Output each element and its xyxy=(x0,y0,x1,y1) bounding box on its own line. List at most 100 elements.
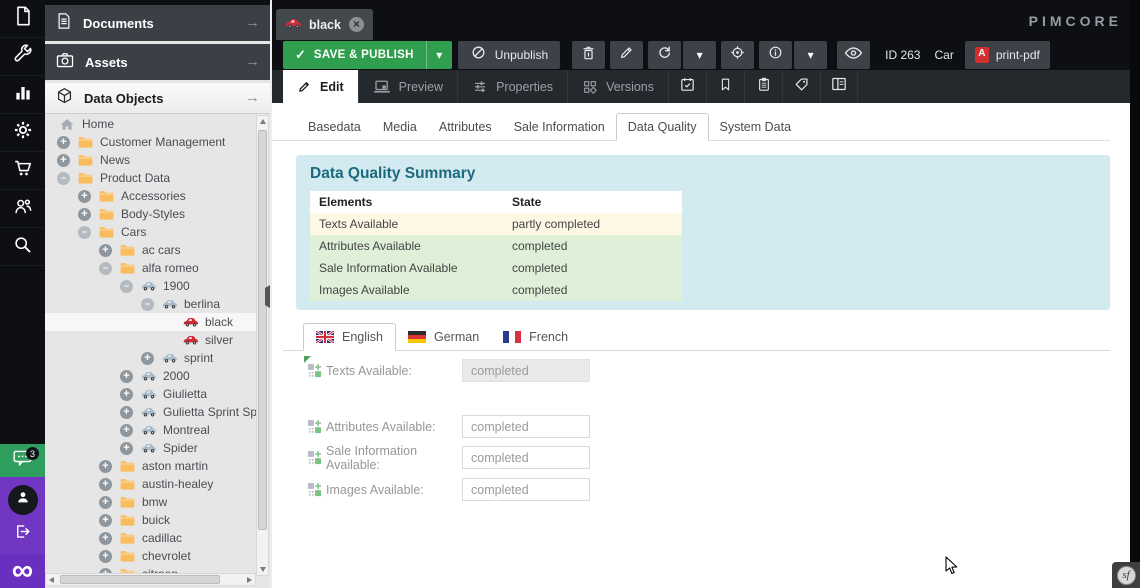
tree-item[interactable]: silver xyxy=(45,331,256,349)
tree-item[interactable]: Home xyxy=(45,115,256,133)
expander-plus-icon[interactable] xyxy=(141,352,154,365)
unpublish-button[interactable]: Unpublish xyxy=(458,41,560,69)
subtab-system-data[interactable]: System Data xyxy=(709,114,803,140)
tree-item[interactable]: buick xyxy=(45,511,256,529)
tree-item[interactable]: Spider xyxy=(45,439,256,457)
symfony-debug-toolbar-button[interactable]: sf xyxy=(1112,562,1140,588)
tree-vertical-scrollbar[interactable] xyxy=(256,115,269,576)
tree-item[interactable]: sprint xyxy=(45,349,256,367)
accordion-data-objects[interactable]: Data Objects xyxy=(45,83,270,114)
expander-plus-icon[interactable] xyxy=(99,244,112,257)
tree-item[interactable]: ac cars xyxy=(45,241,256,259)
settings-rail-button[interactable] xyxy=(0,114,45,152)
tree-item[interactable]: Giulietta xyxy=(45,385,256,403)
expander-plus-icon[interactable] xyxy=(120,388,133,401)
tree-item[interactable]: Gulietta Sprint Specia xyxy=(45,403,256,421)
tree-item[interactable]: Customer Management xyxy=(45,133,256,151)
tree-item[interactable]: black xyxy=(45,313,256,331)
tools-rail-button[interactable] xyxy=(0,38,45,76)
expander-minus-icon[interactable] xyxy=(78,226,91,239)
tab-black[interactable]: black xyxy=(276,9,373,40)
expander-plus-icon[interactable] xyxy=(99,478,112,491)
field-value[interactable]: completed xyxy=(462,446,590,469)
subtab-data-quality[interactable]: Data Quality xyxy=(616,113,709,141)
save-publish-button[interactable]: SAVE & PUBLISH xyxy=(283,41,452,69)
tree-item[interactable]: Accessories xyxy=(45,187,256,205)
tree-item[interactable]: chevrolet xyxy=(45,547,256,565)
tab-edit[interactable]: Edit xyxy=(283,70,358,103)
field-value[interactable]: completed xyxy=(462,478,590,501)
expander-minus-icon[interactable] xyxy=(99,262,112,275)
subtab-basedata[interactable]: Basedata xyxy=(297,114,372,140)
tab-properties[interactable]: Properties xyxy=(457,70,567,103)
avatar[interactable] xyxy=(8,485,38,515)
panel-splitter[interactable] xyxy=(270,0,272,588)
tab-application-logger[interactable] xyxy=(744,70,782,103)
field-value[interactable]: completed xyxy=(462,415,590,438)
users-rail-button[interactable] xyxy=(0,190,45,228)
subtab-sale-information[interactable]: Sale Information xyxy=(503,114,616,140)
delete-button[interactable] xyxy=(572,41,605,69)
expander-plus-icon[interactable] xyxy=(78,208,91,221)
tab-preview[interactable]: Preview xyxy=(358,70,457,103)
ecommerce-rail-button[interactable] xyxy=(0,152,45,190)
notifications-button[interactable]: 3 xyxy=(0,444,45,477)
tree-item[interactable]: Montreal xyxy=(45,421,256,439)
expander-plus-icon[interactable] xyxy=(120,406,133,419)
language-tab-german[interactable]: German xyxy=(396,324,491,350)
language-tab-french[interactable]: French xyxy=(491,324,580,350)
info-button[interactable] xyxy=(759,41,792,69)
language-tab-english[interactable]: English xyxy=(303,323,396,351)
close-tab-icon[interactable] xyxy=(349,17,364,32)
scroll-up-button[interactable] xyxy=(257,116,268,127)
scroll-right-button[interactable] xyxy=(244,574,255,585)
scroll-down-button[interactable] xyxy=(257,564,268,575)
reports-rail-button[interactable] xyxy=(0,76,45,114)
tree-item[interactable]: austin-healey xyxy=(45,475,256,493)
vertical-scroll-thumb[interactable] xyxy=(258,130,267,530)
expander-plus-icon[interactable] xyxy=(99,460,112,473)
tree-item[interactable]: bmw xyxy=(45,493,256,511)
expander-plus-icon[interactable] xyxy=(99,532,112,545)
scroll-left-button[interactable] xyxy=(46,574,57,585)
expander-plus-icon[interactable] xyxy=(99,550,112,563)
collapse-panel-button[interactable] xyxy=(265,288,270,306)
save-options-dropdown[interactable] xyxy=(426,41,452,69)
tree-item[interactable]: Cars xyxy=(45,223,256,241)
expander-minus-icon[interactable] xyxy=(120,280,133,293)
locate-in-tree-button[interactable] xyxy=(721,41,754,69)
tree-item[interactable]: Product Data xyxy=(45,169,256,187)
tab-scheduled-tasks[interactable] xyxy=(668,70,706,103)
reload-button[interactable] xyxy=(648,41,681,69)
tree-horizontal-scrollbar[interactable] xyxy=(45,573,256,586)
tree-item[interactable]: berlina xyxy=(45,295,256,313)
expander-plus-icon[interactable] xyxy=(120,424,133,437)
tab-versions[interactable]: Versions xyxy=(567,70,668,103)
subtab-attributes[interactable]: Attributes xyxy=(428,114,503,140)
expander-minus-icon[interactable] xyxy=(57,172,70,185)
logout-button[interactable] xyxy=(13,522,32,546)
field-value[interactable]: completed xyxy=(462,359,590,382)
expander-plus-icon[interactable] xyxy=(57,136,70,149)
expander-plus-icon[interactable] xyxy=(120,370,133,383)
tree-item[interactable]: 2000 xyxy=(45,367,256,385)
tree-item[interactable]: Body-Styles xyxy=(45,205,256,223)
documents-rail-button[interactable] xyxy=(0,0,45,38)
horizontal-scroll-thumb[interactable] xyxy=(60,575,220,584)
accordion-documents[interactable]: Documents xyxy=(45,5,270,41)
print-pdf-button[interactable]: print-pdf xyxy=(965,41,1050,69)
reload-options-dropdown[interactable] xyxy=(683,41,716,69)
open-preview-button[interactable] xyxy=(837,41,870,69)
expander-plus-icon[interactable] xyxy=(78,190,91,203)
tree-item[interactable]: alfa romeo xyxy=(45,259,256,277)
pimcore-logo-button[interactable] xyxy=(0,554,45,588)
tab-tags[interactable] xyxy=(782,70,820,103)
tab-workflow[interactable] xyxy=(820,70,858,103)
expander-plus-icon[interactable] xyxy=(120,442,133,455)
expander-minus-icon[interactable] xyxy=(141,298,154,311)
tree-item[interactable]: 1900 xyxy=(45,277,256,295)
expander-plus-icon[interactable] xyxy=(99,514,112,527)
tree-item[interactable]: aston martin xyxy=(45,457,256,475)
info-options-dropdown[interactable] xyxy=(794,41,827,69)
expander-plus-icon[interactable] xyxy=(57,154,70,167)
